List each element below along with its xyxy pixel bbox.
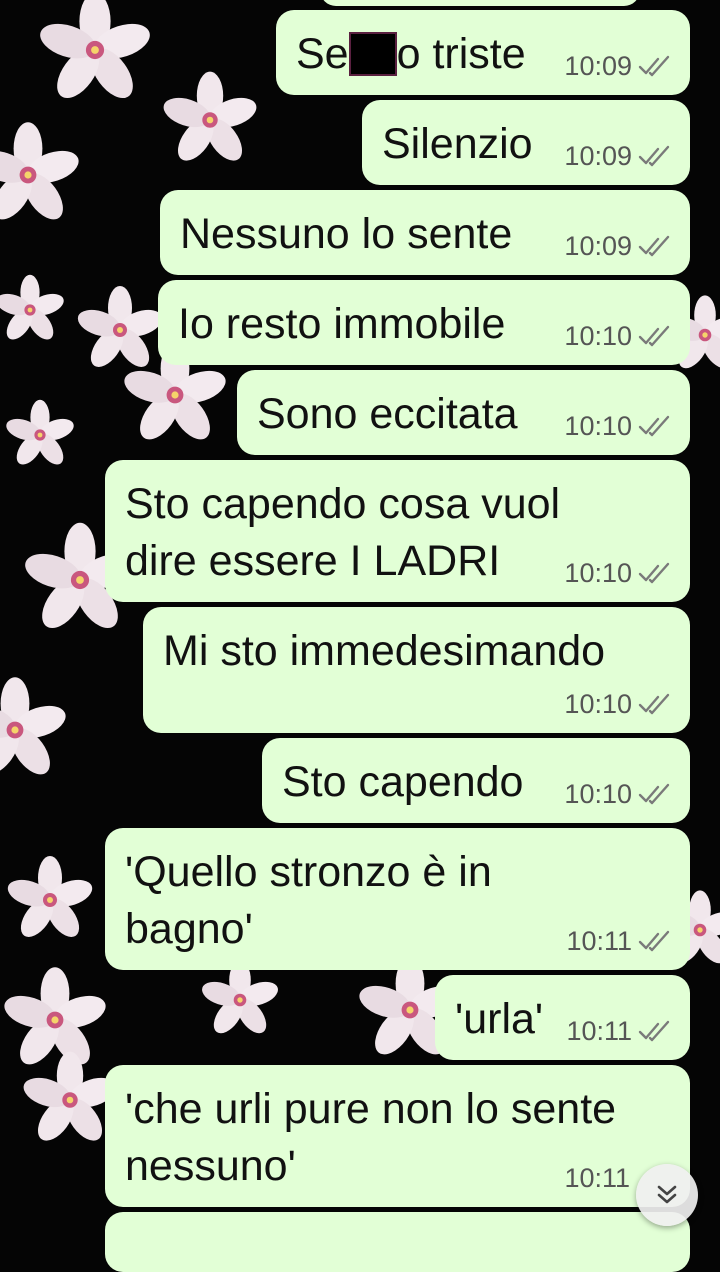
message-bubble[interactable]: Nessuno lo sente 10:09 — [160, 190, 690, 275]
read-ticks-icon — [638, 325, 670, 347]
message-meta: 10:11 — [564, 1163, 630, 1193]
message-text: Mi sto immedesimando — [163, 627, 606, 675]
message-line: bagno' — [125, 905, 253, 953]
double-chevron-down-icon — [657, 1185, 677, 1204]
message-time: 10:11 — [564, 1163, 630, 1193]
message-time: 10:09 — [564, 231, 632, 261]
message-time: 10:11 — [566, 1016, 632, 1046]
message-time: 10:09 — [564, 51, 632, 81]
message-meta: 10:10 — [564, 558, 672, 588]
previous-message-bubble — [320, 0, 640, 6]
message-bubble[interactable]: 'Quello stronzo è in bagno' 10:11 — [105, 828, 690, 970]
message-text: Nessuno lo sente — [180, 210, 513, 258]
message-meta: 10:10 — [564, 321, 672, 351]
message-text: Silenzio — [382, 120, 533, 168]
message-meta: 10:10 — [564, 411, 672, 441]
message-bubble-partial[interactable] — [105, 1212, 690, 1272]
read-ticks-icon — [638, 783, 670, 805]
message-bubble[interactable]: Sto capendo cosa vuol dire essere I LADR… — [105, 460, 690, 602]
message-text-part: o triste — [396, 30, 526, 78]
message-bubble[interactable]: 'che urli pure non lo sente nessuno' 10:… — [105, 1065, 690, 1207]
message-text: Se o triste — [296, 26, 526, 83]
read-ticks-icon — [638, 55, 670, 77]
message-text: 'urla' — [455, 995, 544, 1043]
message-text: 'che urli pure non lo sente nessuno' — [125, 1081, 616, 1195]
message-meta: 10:10 — [564, 689, 672, 719]
message-text-part: Se — [296, 30, 349, 78]
read-ticks-icon — [638, 562, 670, 584]
read-ticks-icon — [638, 145, 670, 167]
message-time: 10:10 — [564, 689, 632, 719]
message-time: 10:11 — [566, 926, 632, 956]
message-time: 10:10 — [564, 558, 632, 588]
message-meta: 10:09 — [564, 231, 672, 261]
scroll-to-bottom-button[interactable] — [636, 1164, 698, 1226]
message-meta: 10:10 — [564, 779, 672, 809]
message-bubble[interactable]: Mi sto immedesimando 10:10 — [143, 607, 690, 733]
message-text: Sto capendo — [282, 758, 524, 806]
message-line: Sto capendo cosa vuol — [125, 480, 561, 528]
redaction-box — [348, 32, 397, 76]
read-ticks-icon — [638, 693, 670, 715]
message-meta: 10:09 — [564, 141, 672, 171]
message-text: Io resto immobile — [178, 300, 506, 348]
message-text: Sono eccitata — [257, 390, 518, 438]
message-time: 10:10 — [564, 779, 632, 809]
read-ticks-icon — [638, 235, 670, 257]
message-meta: 10:11 — [566, 1016, 672, 1046]
message-time: 10:09 — [564, 141, 632, 171]
message-text: Sto capendo cosa vuol dire essere I LADR… — [125, 476, 560, 590]
message-bubble[interactable]: Io resto immobile 10:10 — [158, 280, 690, 365]
message-meta: 10:11 — [566, 926, 672, 956]
message-line: dire essere I LADRI — [125, 537, 501, 585]
message-time: 10:10 — [564, 411, 632, 441]
message-line: 'Quello stronzo è in — [125, 848, 492, 896]
read-ticks-icon — [638, 930, 670, 952]
message-text: 'Quello stronzo è in bagno' — [125, 844, 492, 958]
message-bubble[interactable]: Sto capendo 10:10 — [262, 738, 690, 823]
message-bubble[interactable]: Sono eccitata 10:10 — [237, 370, 690, 455]
message-bubble[interactable]: Silenzio 10:09 — [362, 100, 690, 185]
message-time: 10:10 — [564, 321, 632, 351]
message-line: 'che urli pure non lo sente — [125, 1085, 617, 1133]
read-ticks-icon — [638, 415, 670, 437]
read-ticks-icon — [638, 1020, 670, 1042]
message-bubble[interactable]: Se o triste 10:09 — [276, 10, 690, 95]
message-bubble[interactable]: 'urla' 10:11 — [435, 975, 690, 1060]
message-line: nessuno' — [125, 1142, 296, 1190]
message-meta: 10:09 — [564, 51, 672, 81]
